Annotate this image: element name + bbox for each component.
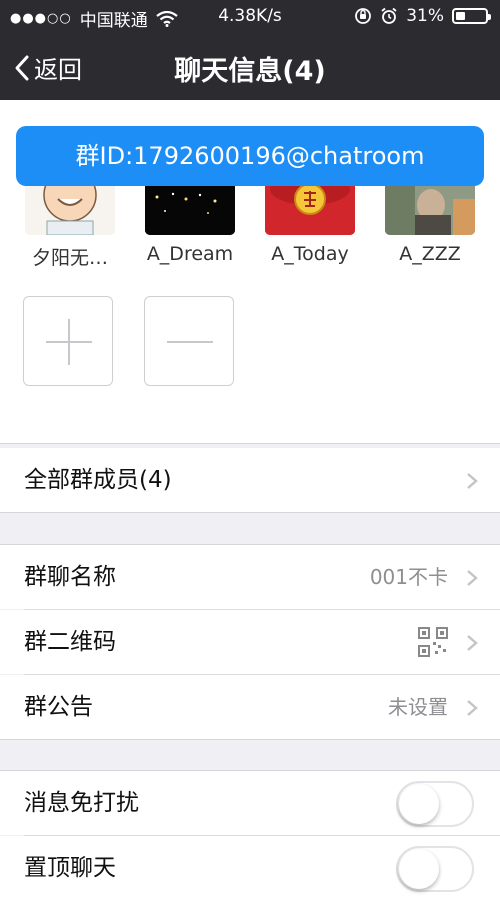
group-notice-label: 群公告	[24, 694, 93, 720]
page-title: 聊天信息(4)	[174, 56, 326, 87]
minus-icon	[167, 341, 213, 343]
divider	[0, 443, 500, 444]
status-right: 31%	[354, 6, 491, 26]
all-members-row[interactable]: 全部群成员(4)	[0, 448, 500, 512]
member-item[interactable]: A_Today	[260, 185, 360, 265]
avatar	[265, 185, 355, 235]
group-qr-row[interactable]: 群二维码	[0, 610, 500, 674]
mute-row: 消息免打扰	[0, 771, 500, 835]
battery-icon	[452, 8, 491, 24]
pin-label: 置顶聊天	[24, 855, 116, 881]
group-name-label: 群聊名称	[24, 564, 116, 590]
avatar	[145, 185, 235, 235]
chevron-right-icon	[467, 700, 478, 716]
avatar	[25, 185, 115, 235]
avatar	[385, 185, 475, 235]
pin-toggle[interactable]	[396, 846, 474, 892]
cartoon-avatar-icon	[25, 185, 115, 235]
qr-code-icon	[418, 627, 448, 657]
nav-bar: 返回 聊天信息(4)	[0, 34, 500, 100]
group-name-value: 001不卡	[369, 565, 448, 589]
remove-member-button[interactable]	[144, 296, 234, 386]
toggle-knob	[399, 849, 439, 889]
pin-row: 置顶聊天	[0, 836, 500, 900]
red-envelope-avatar-icon	[265, 185, 355, 235]
all-members-label: 全部群成员(4)	[24, 467, 172, 493]
add-member-button[interactable]	[23, 296, 113, 386]
mute-toggle[interactable]	[396, 781, 474, 827]
member-item[interactable]: 夕阳无…	[20, 185, 120, 270]
group-notice-row[interactable]: 群公告 未设置	[0, 675, 500, 739]
alarm-icon	[381, 7, 397, 24]
night-lights-avatar-icon	[145, 185, 235, 235]
member-name: A_Dream	[146, 243, 234, 265]
group-qr-label: 群二维码	[24, 629, 116, 655]
member-item[interactable]: A_Dream	[140, 185, 240, 265]
chevron-right-icon	[467, 473, 478, 489]
member-name: 夕阳无…	[31, 247, 108, 269]
member-name: A_Today	[271, 243, 349, 265]
rotation-lock-icon	[355, 8, 372, 24]
chevron-right-icon	[467, 635, 478, 651]
group-id-toast: 群ID:1792600196@chatroom	[16, 126, 484, 186]
member-name: A_ZZZ	[399, 243, 461, 265]
plus-icon-vertical	[68, 319, 70, 365]
photo-avatar-icon	[385, 185, 475, 235]
group-notice-value: 未设置	[388, 695, 448, 719]
chevron-right-icon	[467, 570, 478, 586]
divider	[0, 739, 500, 740]
group-name-row[interactable]: 群聊名称 001不卡	[0, 545, 500, 609]
divider	[0, 512, 500, 513]
member-item[interactable]: A_ZZZ	[380, 185, 480, 265]
battery-percent: 31%	[406, 6, 444, 26]
status-bar: ●●●○○ 中国联通 4.38K/s 31%	[0, 0, 500, 34]
battery-fill	[456, 12, 465, 20]
mute-label: 消息免打扰	[24, 790, 139, 816]
toggle-knob	[399, 784, 439, 824]
